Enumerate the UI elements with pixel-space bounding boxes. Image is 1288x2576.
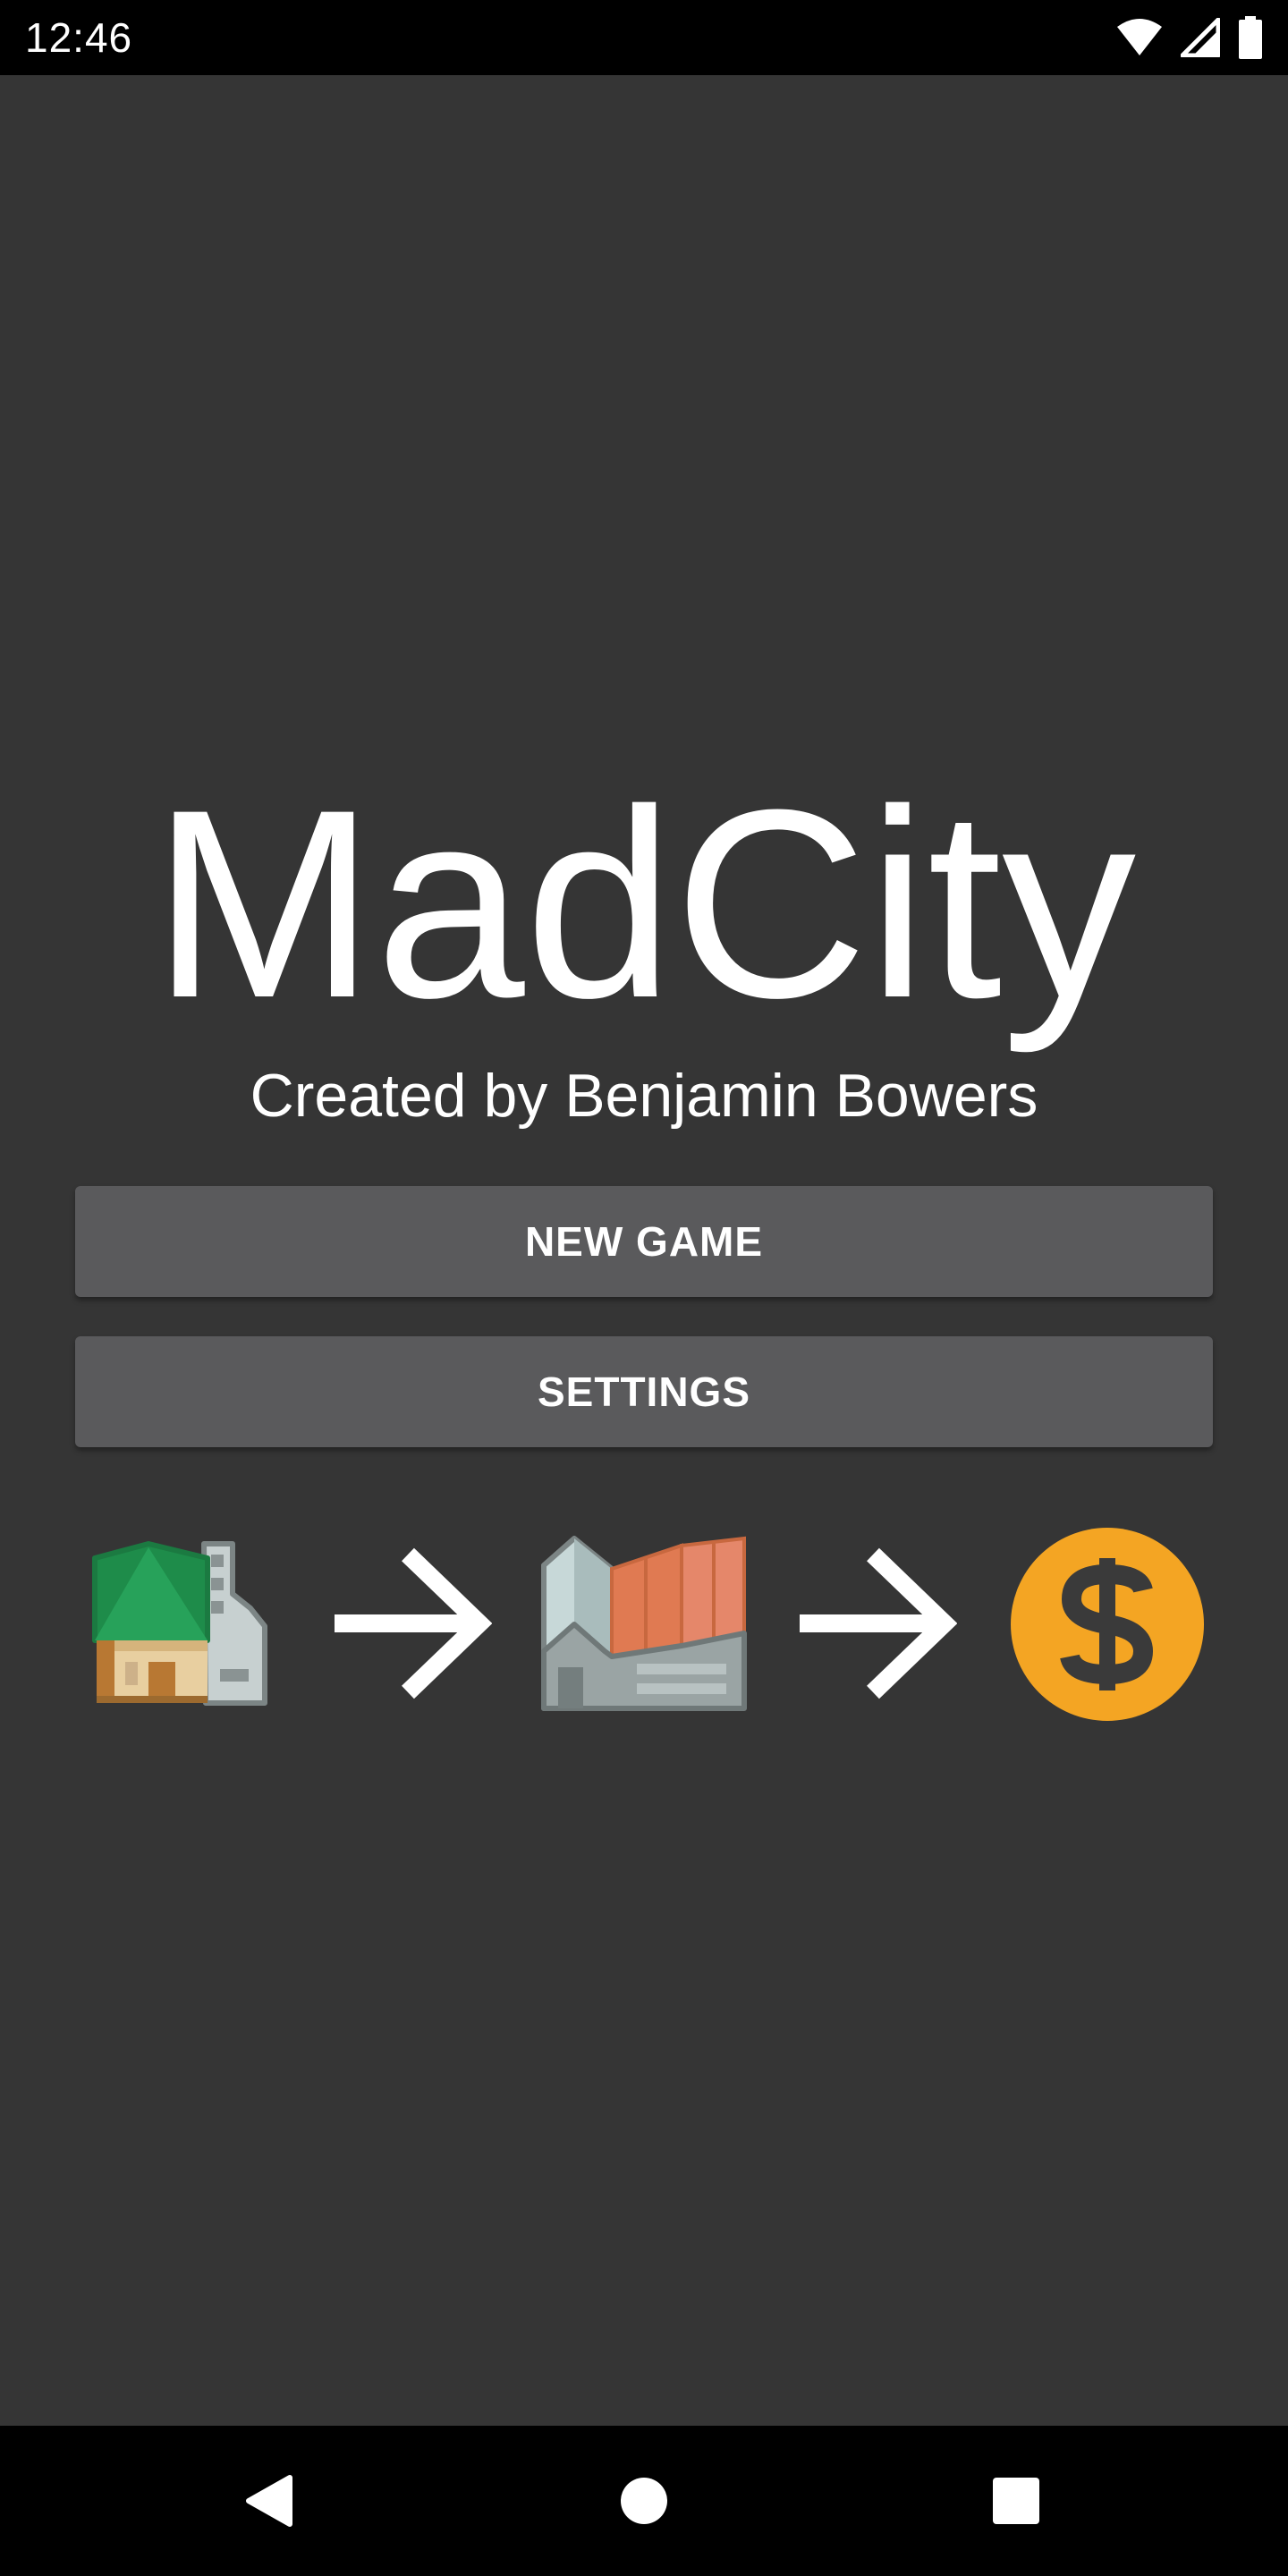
house-icon — [92, 1541, 267, 1706]
factory-icon — [541, 1536, 747, 1711]
dollar-coin-icon — [1011, 1528, 1204, 1721]
navigation-bar — [0, 2426, 1288, 2576]
app-title: MadCity — [151, 753, 1137, 1054]
arrow-right-icon — [335, 1547, 492, 1699]
back-icon — [246, 2475, 292, 2527]
home-icon — [621, 2478, 667, 2524]
recents-icon — [993, 2478, 1039, 2524]
wifi-icon — [1117, 19, 1162, 55]
recents-button[interactable] — [945, 2426, 1088, 2576]
new-game-button[interactable]: NEW GAME — [75, 1186, 1213, 1297]
back-button[interactable] — [197, 2426, 340, 2576]
cellular-signal-icon — [1181, 18, 1220, 57]
status-bar: 12:46 — [0, 0, 1288, 75]
arrow-right-icon — [800, 1547, 957, 1699]
settings-button[interactable]: SETTINGS — [75, 1336, 1213, 1447]
app-subtitle: Created by Benjamin Bowers — [250, 1062, 1038, 1130]
battery-icon — [1239, 16, 1262, 59]
status-time: 12:46 — [25, 14, 133, 61]
status-icons — [1116, 14, 1263, 61]
home-button[interactable] — [572, 2426, 716, 2576]
